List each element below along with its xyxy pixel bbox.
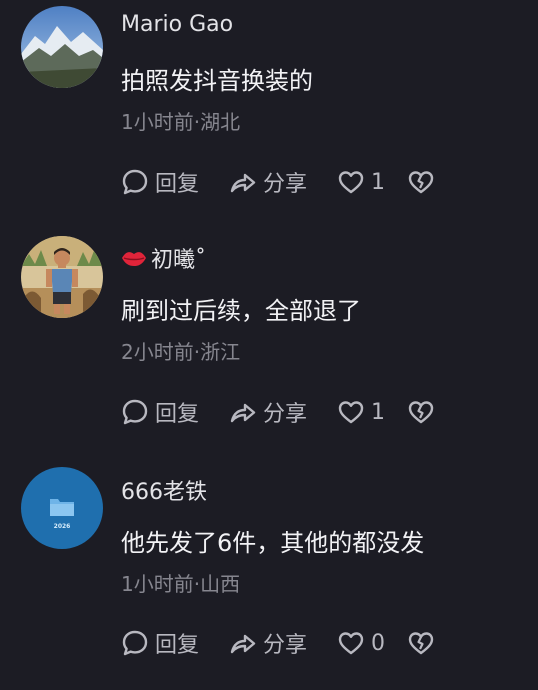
avatar[interactable]: 2026 xyxy=(21,467,103,549)
share-button[interactable]: 分享 xyxy=(229,627,337,659)
username-text: 初曦˚ xyxy=(151,248,207,273)
dislike-button[interactable] xyxy=(407,398,435,426)
comment-item: 2026 666老铁 他先发了6件，其他的都没发 1小时前·山西 回复 分享 0 xyxy=(0,460,538,690)
share-label: 分享 xyxy=(263,402,308,427)
reply-label: 回复 xyxy=(155,633,200,658)
username[interactable]: 666老铁 xyxy=(121,474,207,506)
like-button[interactable]: 0 xyxy=(337,629,407,657)
heart-icon xyxy=(338,171,364,194)
avatar-year-text: 2026 xyxy=(54,523,71,530)
share-arrow-icon xyxy=(230,634,256,654)
comment-meta: 1小时前·山西 xyxy=(121,572,241,596)
like-count: 0 xyxy=(371,630,385,656)
comment-actions: 回复 分享 1 xyxy=(121,166,435,198)
speech-bubble-icon xyxy=(122,169,148,195)
avatar[interactable] xyxy=(21,236,103,318)
share-label: 分享 xyxy=(263,633,308,658)
avatar[interactable] xyxy=(21,6,103,88)
comment-actions: 回复 分享 1 xyxy=(121,396,435,428)
username[interactable]: 初曦˚ xyxy=(121,242,206,274)
dislike-button[interactable] xyxy=(407,168,435,196)
reply-button[interactable]: 回复 xyxy=(121,166,229,198)
comment-text: 刷到过后续，全部退了 xyxy=(121,297,361,325)
heart-icon xyxy=(338,632,364,655)
comment-actions: 回复 分享 0 xyxy=(121,627,435,659)
comment-item: 初曦˚ 刷到过后续，全部退了 2小时前·浙江 回复 分享 1 xyxy=(0,230,538,460)
like-count: 1 xyxy=(371,169,385,195)
comment-meta: 2小时前·浙江 xyxy=(121,340,241,364)
comment-text: 他先发了6件，其他的都没发 xyxy=(121,529,425,557)
like-button[interactable]: 1 xyxy=(337,398,407,426)
speech-bubble-icon xyxy=(122,399,148,425)
username[interactable]: Mario Gao xyxy=(121,12,233,37)
lips-icon xyxy=(122,252,146,266)
share-arrow-icon xyxy=(230,173,256,193)
illustrated-person-image xyxy=(21,236,103,318)
broken-heart-icon xyxy=(408,171,434,194)
comment-item: Mario Gao 拍照发抖音换装的 1小时前·湖北 回复 分享 1 xyxy=(0,0,538,230)
speech-bubble-icon xyxy=(122,630,148,656)
share-label: 分享 xyxy=(263,172,308,197)
mountain-landscape-image xyxy=(21,6,103,88)
heart-icon xyxy=(338,401,364,424)
share-arrow-icon xyxy=(230,403,256,423)
dislike-button[interactable] xyxy=(407,629,435,657)
reply-label: 回复 xyxy=(155,402,200,427)
share-button[interactable]: 分享 xyxy=(229,166,337,198)
broken-heart-icon xyxy=(408,401,434,424)
broken-heart-icon xyxy=(408,632,434,655)
comment-text: 拍照发抖音换装的 xyxy=(121,67,313,95)
reply-label: 回复 xyxy=(155,172,200,197)
comment-meta: 1小时前·湖北 xyxy=(121,110,241,134)
like-button[interactable]: 1 xyxy=(337,168,407,196)
share-button[interactable]: 分享 xyxy=(229,396,337,428)
reply-button[interactable]: 回复 xyxy=(121,396,229,428)
like-count: 1 xyxy=(371,399,385,425)
reply-button[interactable]: 回复 xyxy=(121,627,229,659)
folder-avatar-image: 2026 xyxy=(21,467,103,549)
